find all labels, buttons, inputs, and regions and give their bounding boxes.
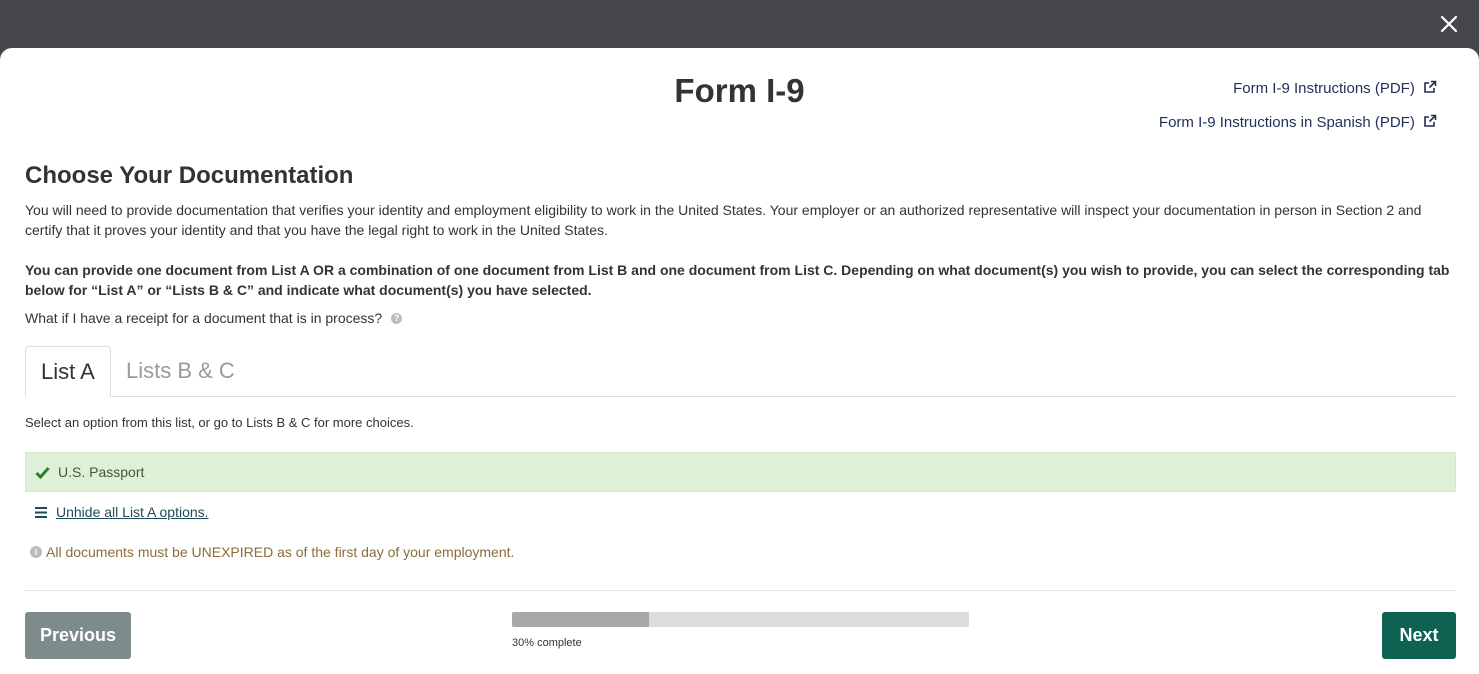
form-i9-modal: Form I-9 Form I-9 Instructions (PDF) For… bbox=[0, 48, 1479, 674]
tab-list-a[interactable]: List A bbox=[25, 346, 111, 397]
close-icon[interactable] bbox=[1437, 12, 1461, 36]
intro-text: You will need to provide documentation t… bbox=[25, 202, 1422, 238]
tab-lists-b-c[interactable]: Lists B & C bbox=[111, 346, 250, 396]
list-instructions: You can provide one document from List A… bbox=[25, 262, 1450, 298]
checkmark-icon bbox=[35, 466, 50, 479]
list-icon bbox=[35, 506, 47, 518]
next-button[interactable]: Next bbox=[1382, 612, 1456, 659]
list-a-hint: Select an option from this list, or go t… bbox=[25, 415, 414, 430]
progress-indicator: 30% complete bbox=[512, 612, 969, 649]
selected-option-label: U.S. Passport bbox=[58, 464, 145, 480]
section-heading: Choose Your Documentation bbox=[25, 162, 354, 189]
unhide-options-row: Unhide all List A options. bbox=[25, 492, 1456, 532]
unhide-list-a-link[interactable]: Unhide all List A options. bbox=[56, 504, 209, 520]
receipt-question: What if I have a receipt for a document … bbox=[25, 310, 1456, 326]
expiry-warning-text: All documents must be UNEXPIRED as of th… bbox=[46, 544, 515, 560]
expiry-warning: i All documents must be UNEXPIRED as of … bbox=[25, 532, 1456, 572]
instructions-pdf-label: Form I-9 Instructions (PDF) bbox=[1233, 80, 1415, 97]
receipt-question-text: What if I have a receipt for a document … bbox=[25, 310, 383, 326]
instructions-spanish-pdf-label: Form I-9 Instructions in Spanish (PDF) bbox=[1158, 114, 1415, 131]
instructions-pdf-link[interactable]: Form I-9 Instructions (PDF) bbox=[1159, 80, 1437, 97]
info-icon: i bbox=[30, 546, 42, 558]
footer-divider bbox=[25, 590, 1456, 591]
external-link-icon bbox=[1424, 114, 1437, 127]
previous-button[interactable]: Previous bbox=[25, 612, 131, 659]
instructions-spanish-pdf-link[interactable]: Form I-9 Instructions in Spanish (PDF) bbox=[1159, 114, 1437, 131]
progress-bar bbox=[512, 612, 969, 627]
documentation-section: Choose Your Documentation You will need … bbox=[25, 162, 1456, 572]
progress-label: 30% complete bbox=[512, 637, 582, 649]
list-tabs: List A Lists B & C bbox=[25, 346, 1456, 397]
external-link-icon bbox=[1424, 80, 1437, 93]
selected-option-us-passport[interactable]: U.S. Passport bbox=[25, 452, 1456, 492]
instruction-links: Form I-9 Instructions (PDF) Form I-9 Ins… bbox=[1159, 80, 1437, 148]
progress-bar-fill bbox=[512, 612, 650, 627]
help-icon[interactable]: ? bbox=[391, 312, 403, 324]
